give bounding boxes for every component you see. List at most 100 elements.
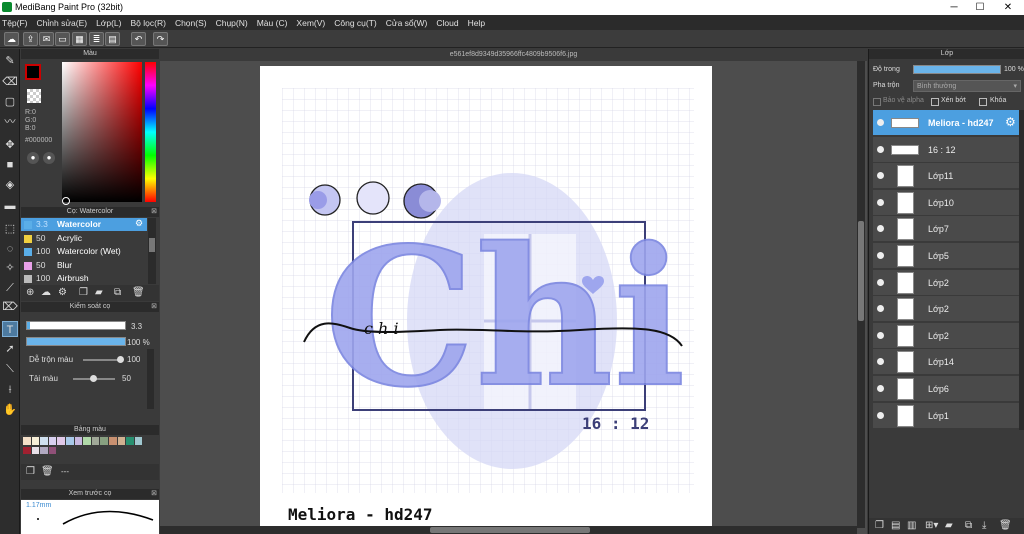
lock-checkbox[interactable] [979,98,987,106]
mix-value[interactable]: 100 [127,355,140,364]
hand-tool-icon[interactable]: ✋ [2,402,18,418]
bucket-tool-icon[interactable]: ◈ [2,177,18,193]
panel-grid-icon[interactable]: ▦ [72,32,87,46]
document-tab[interactable]: e561ef8d9349d35966ffc4809b9506f6.jpg [160,49,867,61]
reload-value[interactable]: 50 [122,374,131,383]
duplicate-brush-icon[interactable]: ❐ [79,287,88,298]
layer-row[interactable]: Lớp2 [873,322,1024,349]
primary-color-swatch[interactable] [25,64,41,80]
layer-row[interactable]: Lớp10 [873,189,1024,216]
magic-wand-tool-icon[interactable]: ✧ [2,260,18,276]
visibility-eye-icon[interactable] [877,358,884,366]
redo-icon[interactable]: ↷ [153,32,168,46]
menu-select[interactable]: Chọn(S) [175,18,207,28]
menu-layer[interactable]: Lớp(L) [96,18,121,28]
export-icon[interactable]: ⇪ [23,32,38,46]
brush-control-scrollbar[interactable] [147,349,154,409]
canvas[interactable]: Chi c h i 16 : 12 Meliora - hd247 [260,66,712,526]
brush-item[interactable]: 100 Airbrush [21,272,147,284]
menu-cloud[interactable]: Cloud [436,18,458,28]
move-tool-icon[interactable]: ✥ [2,137,18,153]
visibility-eye-icon[interactable] [877,145,884,153]
layer-row[interactable]: Lớp6 [873,376,1024,402]
eyedropper-tool-icon[interactable]: ⟊ [2,382,18,398]
palette-swatch[interactable] [83,437,91,445]
palette-swatch[interactable] [91,437,100,445]
palette-swatch[interactable] [40,446,48,455]
visibility-eye-icon[interactable] [877,331,884,339]
visibility-eye-icon[interactable] [877,198,884,206]
pen-tool-icon[interactable]: 〰 [2,114,18,130]
delete-layer-icon[interactable]: 🗑 [999,520,1012,531]
brush-opacity-slider[interactable] [26,337,126,346]
operation-tool-icon[interactable]: ➚ [2,341,18,357]
select-pen-tool-icon[interactable]: ⟋ [2,280,18,296]
text-tool-icon[interactable]: T [2,321,18,337]
brush-list-scrollbar[interactable] [148,218,156,284]
delete-brush-icon[interactable]: 🗑 [132,287,145,298]
minimize-button[interactable]: ─ [940,0,968,15]
palette-swatch[interactable] [100,437,108,445]
speech-bubble-icon[interactable]: ▭ [55,32,70,46]
blend-mode-select[interactable]: Bình thường ▾ [913,80,1021,92]
palette-swatch[interactable] [74,437,83,445]
layer-opacity-slider[interactable] [913,65,1001,74]
page-list-icon[interactable]: ≣ [89,32,104,46]
layer-add-menu-icon[interactable]: ⊞▾ [925,520,938,531]
brush-settings-icon[interactable]: ⚙ [58,287,67,298]
shape-tool-icon[interactable]: ■ [2,157,18,173]
menu-view[interactable]: Xem(V) [296,18,325,28]
visibility-eye-icon[interactable] [877,252,884,259]
copy-brush-icon[interactable]: ⧉ [114,287,121,298]
layer-row[interactable]: Lớp2 [873,296,1024,323]
palette-swatch[interactable] [40,437,48,445]
vertical-scrollbar[interactable] [857,61,865,528]
hex-value[interactable]: #000000 [25,137,52,144]
brush-size-value[interactable]: 3.3 [131,322,142,331]
new-palette-icon[interactable]: ❐ [26,466,35,477]
layer-row[interactable]: Lớp7 [873,216,1024,243]
visibility-eye-icon[interactable] [877,305,884,313]
transparent-color-swatch[interactable] [27,89,41,103]
visibility-eye-icon[interactable] [877,278,884,286]
horizontal-scrollbar[interactable] [160,526,857,534]
menu-tools[interactable]: Công cụ(T) [334,18,377,28]
sv-picker-cursor[interactable] [62,197,70,205]
palette-swatch[interactable] [23,437,31,445]
dot-tool-icon[interactable]: ▢ [2,94,18,110]
layer-row[interactable]: Lớp5 [873,243,1024,269]
layer-opacity-value[interactable]: 100 % [1004,66,1024,73]
menu-color[interactable]: Màu (C) [257,18,288,28]
visibility-eye-icon[interactable] [877,411,884,419]
new-halftone-layer-icon[interactable]: ▤ [891,520,900,531]
undo-icon[interactable]: ↶ [131,32,146,46]
brush-tool-icon[interactable]: ✎ [2,53,18,69]
palette-swatch[interactable] [134,437,143,445]
lasso-tool-icon[interactable]: ◌ [2,241,18,257]
palette-swatch[interactable] [23,446,31,455]
layer-row[interactable]: Meliora - hd247 ⚙ [873,110,1024,136]
brush-size-slider[interactable] [26,321,126,330]
close-icon[interactable]: ⊠ [151,489,157,499]
reload-slider[interactable] [73,375,115,382]
layer-row[interactable]: 16 : 12 [873,136,1024,163]
hue-slider[interactable] [145,62,156,202]
layer-list-scrollbar[interactable] [1019,110,1024,430]
gradient-tool-icon[interactable]: ▬ [2,198,18,214]
palette-swatch[interactable] [57,437,65,445]
divide-tool-icon[interactable]: ⟍ [2,361,18,377]
add-brush-icon[interactable]: ⊕ [26,287,34,298]
menu-window[interactable]: Cửa sổ(W) [386,18,428,28]
duplicate-layer-icon[interactable]: ⧉ [965,520,972,531]
visibility-eye-icon[interactable] [877,385,884,392]
eraser-tool-icon[interactable]: ⌫ [2,74,18,90]
cloud-icon[interactable]: ☁ [4,32,19,46]
saturation-value-picker[interactable] [62,62,142,202]
select-eraser-tool-icon[interactable]: ⌦ [2,299,18,315]
gear-icon[interactable]: ⚙ [1005,115,1016,129]
close-button[interactable]: ✕ [994,0,1022,15]
palette-swatch[interactable] [66,437,74,445]
menu-filter[interactable]: Bộ lọc(R) [131,18,166,28]
layer-row[interactable]: Lớp14 [873,349,1024,376]
merge-layer-icon[interactable]: ⤓ [982,520,986,531]
